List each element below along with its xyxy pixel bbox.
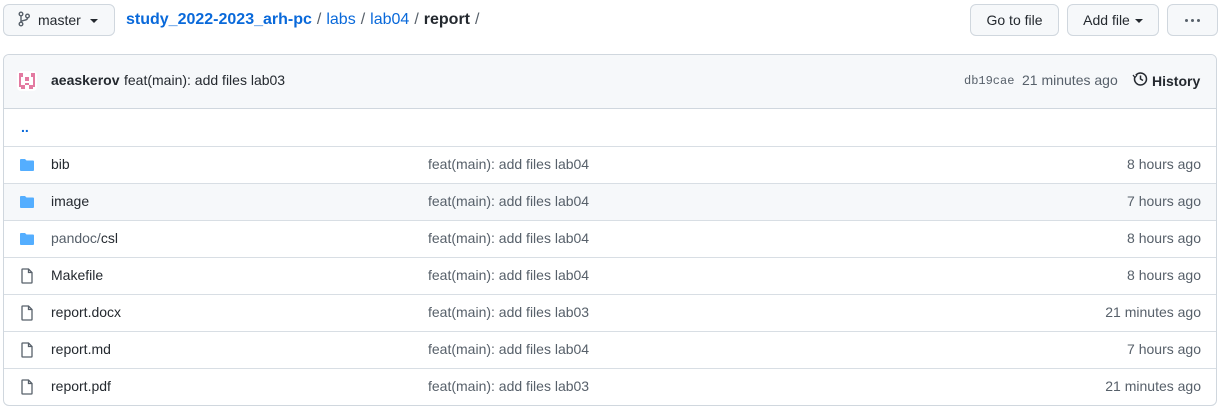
breadcrumb-labs-link[interactable]: labs <box>326 11 355 28</box>
breadcrumb-current: report <box>423 11 470 28</box>
file-commit-message-link[interactable]: feat(main): add files lab03 <box>428 378 589 394</box>
breadcrumb-separator: / <box>414 11 419 28</box>
file-commit-message-link[interactable]: feat(main): add files lab04 <box>428 341 589 357</box>
git-branch-icon <box>18 11 30 30</box>
add-file-button[interactable]: Add file <box>1067 4 1159 36</box>
directory-row[interactable]: pandoc/csl feat(main): add files lab04 8 h… <box>4 220 1216 257</box>
file-commit-message-link[interactable]: feat(main): add files lab04 <box>428 267 589 283</box>
branch-selector-button[interactable]: master <box>3 4 115 36</box>
file-commit-age: 8 hours ago <box>1127 230 1201 246</box>
breadcrumb-lab04-link[interactable]: lab04 <box>370 11 409 28</box>
file-name-text: image <box>51 193 90 209</box>
file-name-link[interactable]: bib <box>51 156 70 172</box>
file-commit-age: 21 minutes ago <box>1105 304 1201 320</box>
file-list: bib feat(main): add files lab04 8 hours ag… <box>4 146 1216 405</box>
file-icon <box>19 379 35 398</box>
commit-author-link[interactable]: aeaskerov <box>51 72 120 88</box>
parent-directory-link[interactable]: .. <box>21 119 29 135</box>
latest-commit-bar: aeaskerov feat(main): add files lab03 db… <box>4 55 1216 109</box>
folder-icon <box>19 231 35 250</box>
file-commit-message-link[interactable]: feat(main): add files lab04 <box>428 230 589 246</box>
commit-message-link[interactable]: feat(main): add files lab03 <box>124 72 285 88</box>
file-commit-age: 7 hours ago <box>1127 341 1201 357</box>
breadcrumb-separator: / <box>316 11 322 28</box>
breadcrumb-repo-link[interactable]: study_2022-2023_arh-pc <box>126 11 312 28</box>
file-name-prefix: pandoc/ <box>51 230 101 246</box>
folder-icon <box>19 157 35 176</box>
file-name-text: csl <box>100 230 118 246</box>
file-name-link[interactable]: image <box>51 193 89 209</box>
breadcrumb-separator: / <box>475 11 480 28</box>
chevron-down-icon <box>1134 19 1143 23</box>
file-name-link[interactable]: pandoc/csl <box>51 230 118 246</box>
go-to-file-button[interactable]: Go to file <box>970 4 1059 36</box>
parent-directory-row[interactable]: .. <box>4 109 1216 146</box>
commit-time: 21 minutes ago <box>1022 72 1118 88</box>
file-name-link[interactable]: report.md <box>51 341 111 357</box>
file-icon <box>19 342 35 361</box>
commit-sha-link[interactable]: db19cae <box>964 74 1014 88</box>
add-file-label: Add file <box>1083 12 1130 28</box>
history-link[interactable]: History <box>1132 71 1200 90</box>
file-name-text: Makefile <box>51 267 104 283</box>
directory-row[interactable]: bib feat(main): add files lab04 8 hours ag… <box>4 146 1216 183</box>
file-commit-age: 8 hours ago <box>1127 156 1201 172</box>
file-commit-age: 21 minutes ago <box>1105 378 1201 394</box>
branch-name: master <box>38 12 81 28</box>
file-commit-age: 7 hours ago <box>1127 193 1201 209</box>
file-name-link[interactable]: report.pdf <box>51 378 111 394</box>
file-name-link[interactable]: Makefile <box>51 267 103 283</box>
chevron-down-icon <box>89 19 98 23</box>
file-commit-message-link[interactable]: feat(main): add files lab03 <box>428 304 589 320</box>
file-name-link[interactable]: report.docx <box>51 304 121 320</box>
file-row[interactable]: Makefile feat(main): add files lab04 8 hou… <box>4 257 1216 294</box>
top-toolbar: master study_2022-2023_arh-pc / labs / lab04… <box>0 0 1223 42</box>
breadcrumb-separator: / <box>360 11 366 28</box>
folder-icon <box>19 194 35 213</box>
file-commit-message-link[interactable]: feat(main): add files lab04 <box>428 193 589 209</box>
file-list-box: aeaskerov feat(main): add files lab03 db… <box>3 54 1217 406</box>
directory-row[interactable]: image feat(main): add files lab04 7 hours … <box>4 183 1216 220</box>
file-commit-message-link[interactable]: feat(main): add files lab04 <box>428 156 589 172</box>
file-name-text: bib <box>51 156 70 172</box>
file-commit-age: 8 hours ago <box>1127 267 1201 283</box>
breadcrumb: study_2022-2023_arh-pc / labs / lab04/report… <box>126 9 484 31</box>
avatar[interactable] <box>17 71 37 91</box>
file-row[interactable]: report.pdf feat(main): add files lab03 21 … <box>4 368 1216 405</box>
kebab-horizontal-icon <box>1185 18 1200 22</box>
file-icon <box>19 305 35 324</box>
history-label: History <box>1152 72 1201 89</box>
file-name-text: report.md <box>51 341 111 357</box>
file-name-text: report.docx <box>51 304 122 320</box>
history-icon <box>1132 71 1148 90</box>
file-row[interactable]: report.md feat(main): add files lab04 7 ho… <box>4 331 1216 368</box>
file-row[interactable]: report.docx feat(main): add files lab03 21… <box>4 294 1216 331</box>
more-options-button[interactable] <box>1167 4 1218 36</box>
file-icon <box>19 268 35 287</box>
file-name-text: report.pdf <box>51 378 111 394</box>
